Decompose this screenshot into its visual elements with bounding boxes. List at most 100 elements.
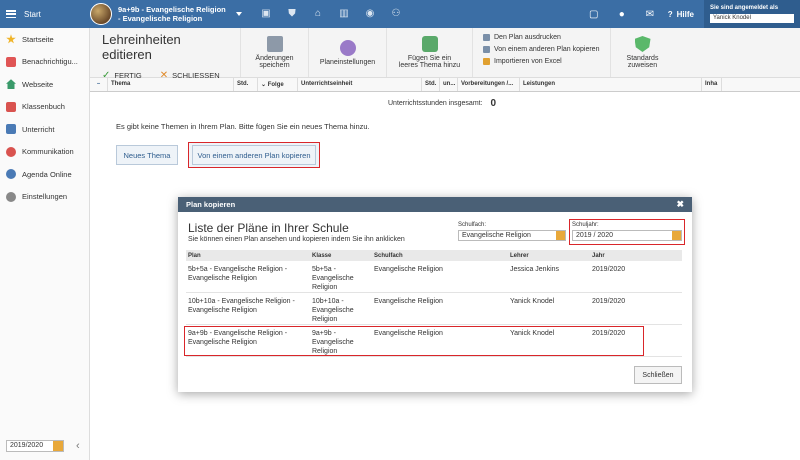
column-header[interactable]: Leistungen [520, 78, 702, 91]
sidebar-item-klassenbuch[interactable]: Klassenbuch [0, 96, 89, 119]
subject-name: Evangelische Religion [374, 298, 443, 305]
subject-filter-select[interactable]: Evangelische Religion [458, 230, 566, 241]
row-highlight-frame [184, 326, 644, 356]
close-dialog-button[interactable]: Schließen [634, 366, 682, 384]
table-row[interactable]: 5b+5a - Evangelische Religion - Evangelis… [186, 261, 682, 293]
column-header[interactable]: ⌄ Folge [258, 78, 298, 91]
briefcase-icon[interactable]: ▣ [260, 8, 272, 20]
shield-icon[interactable]: ⛊ [286, 8, 298, 20]
sidebar-item-unterricht[interactable]: Unterricht [0, 118, 89, 141]
column-header-label: Folge [267, 82, 284, 88]
table-row[interactable]: 10b+10a - Evangelische Religion - Evangel… [186, 293, 682, 325]
home-icon [6, 79, 16, 90]
plan-name: 10b+10a - Evangelische Religion - [188, 298, 295, 305]
table-row-highlighted[interactable]: 9a+9b - Evangelische Religion - Evangelis… [184, 325, 682, 357]
chevron-down-icon: ⌄ [261, 82, 268, 88]
class-selector[interactable]: 9a+9b - Evangelische Religion - Evangeli… [90, 3, 250, 25]
help-label: Hilfe [676, 9, 694, 19]
copy-plan-button[interactable]: Von einem anderen Plan kopieren [188, 142, 320, 168]
sidebar-item-startseite[interactable]: Startseite [0, 28, 89, 51]
screen-icon[interactable]: ▢ [580, 9, 608, 20]
sidebar-item-agenda-online[interactable]: Agenda Online [0, 163, 89, 186]
add-theme-line1: Fügen Sie ein [407, 55, 452, 62]
teacher-name: Jessica Jenkins [510, 266, 560, 273]
column-header[interactable]: un... [440, 78, 458, 91]
year-filter-value: 2019 / 2020 [576, 232, 613, 239]
print-plan-label: Den Plan ausdrucken [494, 33, 561, 41]
add-theme-line2: leeres Thema hinzu [398, 62, 461, 69]
plan-name: Evangelische Religion [188, 307, 257, 314]
import-excel-button[interactable]: Importieren von Excel [483, 55, 600, 67]
column-header[interactable]: Thema [108, 78, 234, 91]
plan-settings-button[interactable]: Planeinstellungen [308, 28, 386, 77]
copy-icon [483, 45, 490, 53]
print-plan-button[interactable]: Den Plan ausdrucken [483, 31, 600, 43]
column-header[interactable]: Inha [702, 78, 722, 91]
close-icon[interactable]: ✖ [676, 199, 684, 210]
copy-plan-toolbar-button[interactable]: Von einem anderen Plan kopieren [483, 43, 600, 55]
teacher-name: Yanick Knodel [510, 298, 555, 305]
class-name: Religion [312, 316, 338, 323]
new-theme-button[interactable]: Neues Thema [116, 145, 178, 165]
total-hours-label: Unterrichtsstunden insgesamt: [388, 100, 483, 107]
collapse-all-icon[interactable]: – [90, 78, 108, 91]
add-empty-theme-button[interactable]: Fügen Sie ein leeres Thema hinzu [386, 28, 472, 77]
dialog-header-title: Plan kopieren [186, 200, 236, 209]
start-label: Start [24, 9, 41, 19]
column-header[interactable]: Std. [234, 78, 258, 91]
school-year-select[interactable]: 2019/2020 [6, 440, 64, 452]
user-name: Yanick Knodel [710, 14, 794, 23]
sidebar-item-kommunikation[interactable]: Kommunikation [0, 141, 89, 164]
help-button[interactable]: ? Hilfe [668, 10, 694, 19]
mail-icon[interactable]: ✉ [636, 9, 664, 20]
column-header[interactable]: Unterrichtseinheit [298, 78, 422, 91]
toolbar: Lehreinheiten editieren ✓ FERTIG ✕ SCHLI… [90, 28, 800, 81]
plan-table: Plan Klasse Schulfach Lehrer Jahr 5b+5a … [184, 250, 682, 357]
sidebar-item-label: Startseite [22, 34, 54, 44]
year-filter-select[interactable]: 2019 / 2020 [572, 230, 682, 241]
chat-icon[interactable]: ● [608, 9, 636, 20]
class-title-line2: - Evangelische Religion [118, 14, 203, 23]
save-changes-button[interactable]: Änderungen speichern [240, 28, 308, 77]
people-icon[interactable]: ⚇ [390, 8, 402, 20]
start-menu-button[interactable]: Start [0, 0, 90, 28]
school-year-value: 2019/2020 [10, 442, 44, 449]
sidebar: Startseite Benachrichtigu... Webseite Kl… [0, 28, 90, 460]
subject-name: Evangelische Religion [374, 266, 443, 273]
badge-icon[interactable]: ◉ [364, 8, 376, 20]
dialog-title: Liste der Pläne in Ihrer Schule [188, 221, 349, 235]
class-title-line1: 9a+9b - Evangelische Religion [118, 5, 226, 14]
plan-settings-label: Planeinstellungen [319, 58, 376, 66]
standards-line1: Standards [626, 55, 659, 62]
subject-filter-value: Evangelische Religion [462, 232, 531, 239]
empty-plan-message: Es gibt keine Themen in Ihrem Plan. Bitt… [116, 122, 370, 131]
class-name: Religion [312, 284, 338, 291]
sidebar-item-einstellungen[interactable]: Einstellungen [0, 186, 89, 209]
help-icon: ? [667, 9, 673, 19]
institution-icon[interactable]: ⌂ [312, 8, 324, 20]
chart-icon[interactable]: ▥ [338, 8, 350, 20]
dialog-header: Plan kopieren ✖ [178, 197, 692, 212]
collapse-sidebar-icon[interactable]: ‹ [76, 440, 80, 452]
sidebar-item-label: Agenda Online [22, 169, 72, 179]
year-filter-label: Schuljahr: [572, 222, 599, 228]
column-header[interactable]: Std. [422, 78, 440, 91]
column-header[interactable]: Vorbereitungen /... [458, 78, 520, 91]
assign-standards-button[interactable]: Standards zuweisen [610, 28, 674, 77]
user-menu[interactable]: Sie sind angemeldet als Yanick Knodel [704, 0, 800, 28]
import-excel-label: Importieren von Excel [494, 57, 562, 65]
column-header: Lehrer [510, 252, 529, 259]
gear-icon [339, 39, 356, 56]
class-name: 5b+5a - [312, 266, 336, 273]
class-name: 10b+10a - [312, 298, 344, 305]
column-header: Jahr [592, 252, 605, 259]
subject-filter-label: Schulfach: [458, 222, 487, 228]
copy-plan-label: Von einem anderen Plan kopieren [494, 45, 600, 53]
standards-line2: zuweisen [627, 62, 658, 69]
sidebar-item-benachrichtigungen[interactable]: Benachrichtigu... [0, 51, 89, 74]
class-name: Evangelische [312, 275, 354, 282]
spinner-icon [672, 231, 681, 240]
column-header: Plan [188, 252, 201, 259]
chevron-down-icon [235, 12, 242, 16]
sidebar-item-webseite[interactable]: Webseite [0, 73, 89, 96]
